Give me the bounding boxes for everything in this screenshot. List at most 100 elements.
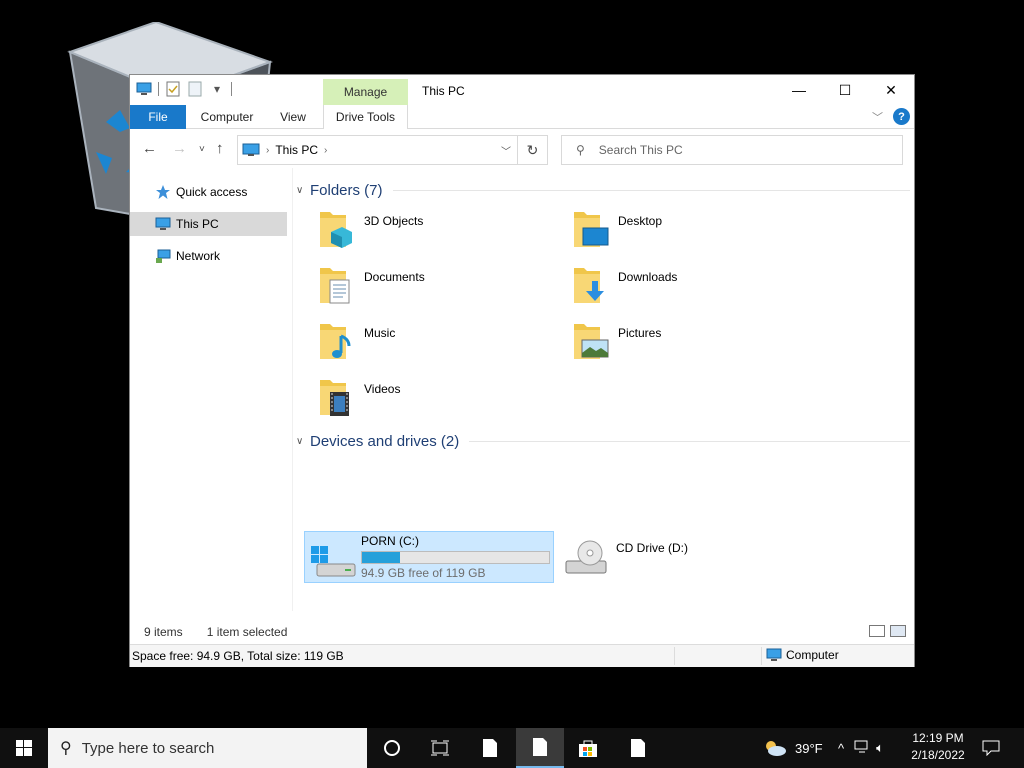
new-folder-icon[interactable] [187,81,203,97]
drive-item-d[interactable]: CD Drive (D:) [560,531,810,583]
show-hidden-icons-chevron-icon[interactable]: ^ [838,741,844,756]
tab-computer[interactable]: Computer [190,105,264,129]
group-title: Devices and drives (2) [310,433,460,450]
task-view-button[interactable] [416,728,464,768]
folder-label: Documents [364,270,425,284]
local-disk-icon [311,546,356,577]
maximize-button[interactable]: ☐ [822,75,868,105]
cortana-button[interactable] [368,728,416,768]
group-divider [392,190,910,191]
sidebar-item-this-pc[interactable]: This PC [130,212,287,236]
back-arrow-icon[interactable]: ← [142,140,157,157]
file-icon [483,739,497,757]
folder-item[interactable]: Music [310,320,550,370]
space-summary: Space free: 94.9 GB, Total size: 119 GB [132,649,344,663]
folder-item[interactable]: Pictures [564,320,804,370]
details-bar: Space free: 94.9 GB, Total size: 119 GB … [130,644,914,667]
taskbar-search-box[interactable]: ⚲ [48,728,367,768]
drive-item-c[interactable]: PORN (C:) 94.9 GB free of 119 GB [304,531,554,583]
sidebar-item-label: Quick access [176,185,248,199]
weather-widget[interactable]: 39°F [763,728,823,768]
group-title: Folders (7) [310,182,383,199]
downloads-folder-icon [574,268,604,303]
minimize-button[interactable]: — [776,75,822,105]
computer-icon [242,143,260,156]
close-button[interactable]: ✕ [868,75,914,105]
folder-label: Desktop [618,214,663,228]
desktop-folder-icon [574,212,609,247]
collapse-chevron-icon[interactable]: ∨ [296,185,310,196]
status-bar: 9 items 1 item selected [130,620,914,644]
details-bar-divider [674,647,675,665]
volume-icon[interactable]: 🔈︎ [876,740,884,756]
item-count: 9 items [144,625,183,639]
3d-objects-folder-icon [320,212,352,248]
computer-icon [766,648,782,661]
breadcrumb-this-pc[interactable]: This PC [275,143,318,157]
details-bar-divider [761,647,762,665]
drive-usage-bar [361,551,550,564]
group-header-folders[interactable]: ∨ Folders (7) [296,182,910,199]
selection-count: 1 item selected [206,625,288,639]
group-divider [469,441,910,442]
taskbar-clock[interactable]: 12:19 PM 2/18/2022 [902,730,974,764]
content-pane: ∨ Folders (7) 3D Objects Desktop Documen… [294,168,916,611]
ribbon-tabs: File Computer View Drive Tools ﹀ ? [130,105,914,129]
file-icon [533,738,547,756]
taskbar-app-store[interactable] [564,728,612,768]
folder-item[interactable]: Desktop [564,208,804,258]
folder-item[interactable]: Downloads [564,264,804,314]
folder-item[interactable]: 3D Objects [310,208,550,258]
sidebar-item-quick-access[interactable]: Quick access [130,180,287,204]
drive-label: CD Drive (D:) [616,541,688,555]
videos-folder-icon [320,380,349,416]
collapse-chevron-icon[interactable]: ∨ [296,436,310,447]
sidebar-item-network[interactable]: Network [130,244,287,268]
taskbar-app-file[interactable] [466,728,514,768]
notifications-button[interactable] [967,728,1015,768]
search-input[interactable] [598,143,869,157]
folder-label: Downloads [618,270,678,284]
recent-locations-chevron-icon[interactable]: ˅ [199,144,205,155]
group-header-drives[interactable]: ∨ Devices and drives (2) [296,433,910,450]
windows-logo-icon [16,740,32,756]
file-icon [631,739,645,757]
large-icons-view-icon[interactable] [890,625,906,637]
taskbar-app-explorer-active[interactable] [516,728,564,768]
toolbar-separator [158,82,159,96]
breadcrumb-chevron-icon[interactable]: › [266,145,269,156]
sidebar-item-label: Network [176,249,221,263]
address-dropdown-icon[interactable]: ﹀ [501,143,511,158]
customize-toolbar-icon[interactable]: ▾ [209,81,225,97]
drive-space-text: 94.9 GB free of 119 GB [361,566,486,580]
tab-drive-tools[interactable]: Drive Tools [323,105,408,129]
refresh-icon[interactable]: ↻ [517,136,547,164]
start-button[interactable] [0,728,48,768]
search-box[interactable]: ⚲ [561,135,903,165]
folder-item[interactable]: Videos [310,376,550,426]
navigation-pane: Quick access This PC Network [130,168,293,611]
title-bar: ▾ Manage This PC — ☐ ✕ [130,75,914,105]
partly-cloudy-icon [766,741,786,756]
location-label: Computer [786,648,839,662]
toolbar-separator [231,82,232,96]
tab-view[interactable]: View [270,105,316,129]
forward-arrow-icon[interactable]: → [172,140,187,157]
computer-icon [136,81,152,97]
clock-time: 12:19 PM [912,731,964,745]
up-arrow-icon[interactable]: ↑ [216,140,224,157]
help-icon[interactable]: ? [893,108,910,125]
network-status-icon[interactable] [854,740,870,757]
properties-icon[interactable] [165,81,181,97]
details-view-icon[interactable] [869,625,885,637]
network-icon [155,248,171,264]
breadcrumb-chevron-icon[interactable]: › [324,145,327,156]
window-title: This PC [422,84,465,98]
folder-item[interactable]: Documents [310,264,550,314]
search-icon: ⚲ [60,740,72,757]
taskbar-app-file-2[interactable] [614,728,662,768]
tab-file[interactable]: File [130,105,186,129]
address-bar[interactable]: › This PC › ﹀ ↻ [237,135,548,165]
taskbar-search-input[interactable] [81,739,342,757]
expand-ribbon-chevron-icon[interactable]: ﹀ [872,109,883,125]
